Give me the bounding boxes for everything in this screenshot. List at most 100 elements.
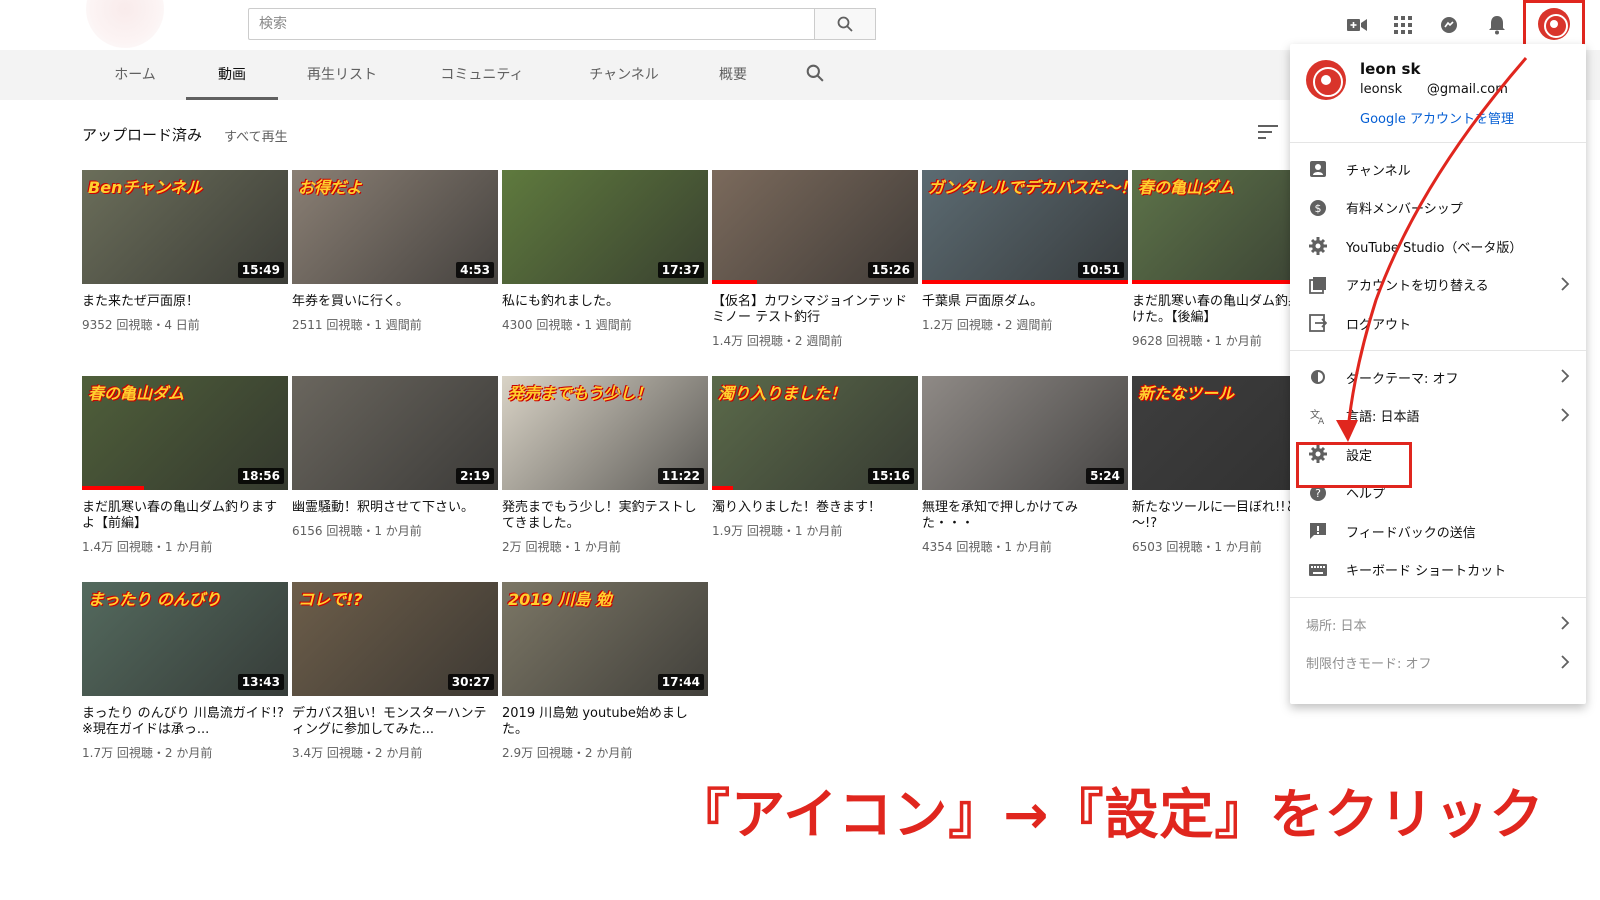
watch-progress-bar [82,486,144,490]
video-card[interactable]: 濁り入りました！ 15:16 濁り入りました！巻きます！ 1.9万 回視聴・1 か月前 [712,376,918,539]
video-title[interactable]: 【仮名】カワシマジョインテッドミノー テスト釣行 [712,294,918,326]
video-title[interactable]: 濁り入りました！巻きます！ [712,500,918,516]
tab-community[interactable]: コミュニティ [434,50,530,100]
menu-divider [1290,142,1586,143]
video-title[interactable]: 発売までもう少し！実釣テストしてきました。 [502,500,708,532]
messages-icon[interactable] [1436,12,1462,38]
search-input[interactable]: 検索 [248,8,814,40]
video-duration: 15:49 [237,262,284,278]
menu-item-logout[interactable]: ログアウト [1290,304,1586,342]
video-title[interactable]: まったり のんびり 川島流ガイド!? ※現在ガイドは承っ... [82,706,288,738]
video-meta: 3.4万 回視聴・2 か月前 [292,746,423,760]
menu-item-switch-account[interactable]: アカウントを切り替える [1290,266,1586,304]
video-thumbnail[interactable]: まったり のんびり 13:43 [82,582,288,696]
video-card[interactable]: 17:37 私にも釣れました。 4300 回視聴・1 週間前 [502,170,708,333]
video-meta: 1.9万 回視聴・1 か月前 [712,524,843,538]
video-duration: 15:16 [867,468,914,484]
video-meta: 1.2万 回視聴・2 週間前 [922,318,1053,332]
person-icon [1308,159,1328,179]
menu-item-label: ダークテーマ: オフ [1346,371,1459,387]
menu-divider [1290,597,1586,598]
video-duration: 30:27 [447,674,494,690]
search-button[interactable] [814,8,876,40]
video-title[interactable]: 無理を承知で押しかけてみた・・・ [922,500,1128,532]
menu-item-gear[interactable]: YouTube Studio（ベータ版） [1290,227,1586,265]
video-thumbnail[interactable]: 発売までもう少し！ 11:22 [502,376,708,490]
video-card[interactable]: 2:19 幽霊騒動！釈明させて下さい。 6156 回視聴・1 か月前 [292,376,498,539]
video-card[interactable]: 春の亀山ダム 18:56 まだ肌寒い春の亀山ダム釣りますよ【前編】 1.4万 回視聴・… [82,376,288,555]
video-card[interactable]: まったり のんびり 13:43 まったり のんびり 川島流ガイド!? ※現在ガイドは… [82,582,288,761]
menu-item-keyboard[interactable]: キーボード ショートカット [1290,551,1586,589]
translate-icon: 文A [1308,406,1328,426]
video-card[interactable]: お得だよ 4:53 年券を買いに行く。 2511 回視聴・1 週間前 [292,170,498,333]
video-title[interactable]: 2019 川島勉 youtube始めました。 [502,706,708,738]
video-thumbnail[interactable]: ガンタレルでデカバスだ～！ 10:51 [922,170,1128,284]
video-card[interactable]: 発売までもう少し！ 11:22 発売までもう少し！実釣テストしてきました。 2万 回視… [502,376,708,555]
video-duration: 5:24 [1086,468,1124,484]
thumbnail-overlay-text: ガンタレルでデカバスだ～！ [928,178,1128,197]
svg-text:?: ? [1315,487,1321,500]
video-card[interactable]: 2019 川島 勉 17:44 2019 川島勉 youtube始めました。 2.9万… [502,582,708,761]
video-title[interactable]: 年券を買いに行く。 [292,294,498,310]
play-all-link[interactable]: すべて再生 [224,126,288,145]
video-title[interactable]: 私にも釣れました。 [502,294,708,310]
video-thumbnail[interactable]: 2019 川島 勉 17:44 [502,582,708,696]
svg-text:$: $ [1315,202,1322,215]
apps-grid-icon[interactable] [1390,12,1416,38]
account-menu: leon sk leonsk @gmail.com Google アカウントを管… [1290,44,1586,704]
dollar-icon: $ [1308,198,1328,218]
menu-item-label: 有料メンバーシップ [1346,202,1463,217]
tab-playlists[interactable]: 再生リスト [302,50,382,100]
video-title[interactable]: 千葉県 戸面原ダム。 [922,294,1128,310]
video-thumbnail[interactable]: 17:37 [502,170,708,284]
chevron-right-icon [1560,368,1570,387]
settings-highlight-box [1296,442,1412,488]
menu-item-option-1[interactable]: 制限付きモード: オフ [1290,644,1586,682]
menu-item-option-0[interactable]: 場所: 日本 [1290,605,1586,643]
tab-home[interactable]: ホーム [104,50,166,100]
video-title[interactable]: まだ肌寒い春の亀山ダム釣りますよ【前編】 [82,500,288,532]
video-thumbnail[interactable]: 15:26 [712,170,918,284]
create-video-icon[interactable] [1344,12,1370,38]
menu-item-label: チャンネル [1346,163,1411,179]
dark-theme-icon [1308,367,1328,387]
video-duration: 11:22 [657,468,704,484]
video-card[interactable]: Benチャンネル 15:49 また来たぜ戸面原！ 9352 回視聴・4 日前 [82,170,288,333]
tab-videos[interactable]: 動画 [186,50,278,100]
tab-channels[interactable]: チャンネル [584,50,664,100]
video-thumbnail[interactable]: Benチャンネル 15:49 [82,170,288,284]
notifications-bell-icon[interactable] [1484,12,1510,38]
manage-account-link[interactable]: Google アカウントを管理 [1360,108,1514,127]
video-thumbnail[interactable]: コレで!? 30:27 [292,582,498,696]
thumbnail-overlay-text: 春の亀山ダム [88,384,185,403]
thumbnail-overlay-text: お得だよ [298,178,363,197]
video-card[interactable]: コレで!? 30:27 デカバス狙い！モンスターハンティングに参加してみた... 3.… [292,582,498,761]
instruction-caption: 『アイコン』→『設定』をクリック [676,783,1545,846]
sort-icon[interactable] [1258,124,1278,143]
menu-avatar [1306,60,1346,100]
menu-item-translate[interactable]: 文 A 言語: 日本語 [1290,397,1586,435]
page: 検索 ホーム 動画 再生リスト コミュニティ チャンネル 概要 アップロード済み… [0,0,1600,900]
avatar-button[interactable] [1523,0,1585,48]
video-thumbnail[interactable]: 5:24 [922,376,1128,490]
thumbnail-overlay-text: 濁り入りました！ [718,384,847,403]
video-card[interactable]: 5:24 無理を承知で押しかけてみた・・・ 4354 回視聴・1 か月前 [922,376,1128,555]
video-duration: 15:26 [867,262,914,278]
menu-item-person[interactable]: チャンネル [1290,150,1586,188]
video-thumbnail[interactable]: お得だよ 4:53 [292,170,498,284]
video-card[interactable]: 15:26 【仮名】カワシマジョインテッドミノー テスト釣行 1.4万 回視聴・2 … [712,170,918,349]
video-meta: 2万 回視聴・1 か月前 [502,540,621,554]
tab-about[interactable]: 概要 [716,50,750,100]
video-thumbnail[interactable]: 濁り入りました！ 15:16 [712,376,918,490]
menu-item-dark-theme[interactable]: ダークテーマ: オフ [1290,358,1586,396]
video-title[interactable]: 幽霊騒動！釈明させて下さい。 [292,500,498,516]
video-card[interactable]: ガンタレルでデカバスだ～！ 10:51 千葉県 戸面原ダム。 1.2万 回視聴・2 週… [922,170,1128,333]
menu-item-dollar[interactable]: $ 有料メンバーシップ [1290,189,1586,227]
video-thumbnail[interactable]: 春の亀山ダム 18:56 [82,376,288,490]
video-title[interactable]: また来たぜ戸面原！ [82,294,288,310]
channel-search-icon[interactable] [806,64,824,86]
video-thumbnail[interactable]: 2:19 [292,376,498,490]
menu-item-feedback[interactable]: フィードバックの送信 [1290,512,1586,550]
thumbnail-overlay-text: Benチャンネル [88,178,202,197]
video-title[interactable]: デカバス狙い！モンスターハンティングに参加してみた... [292,706,498,738]
